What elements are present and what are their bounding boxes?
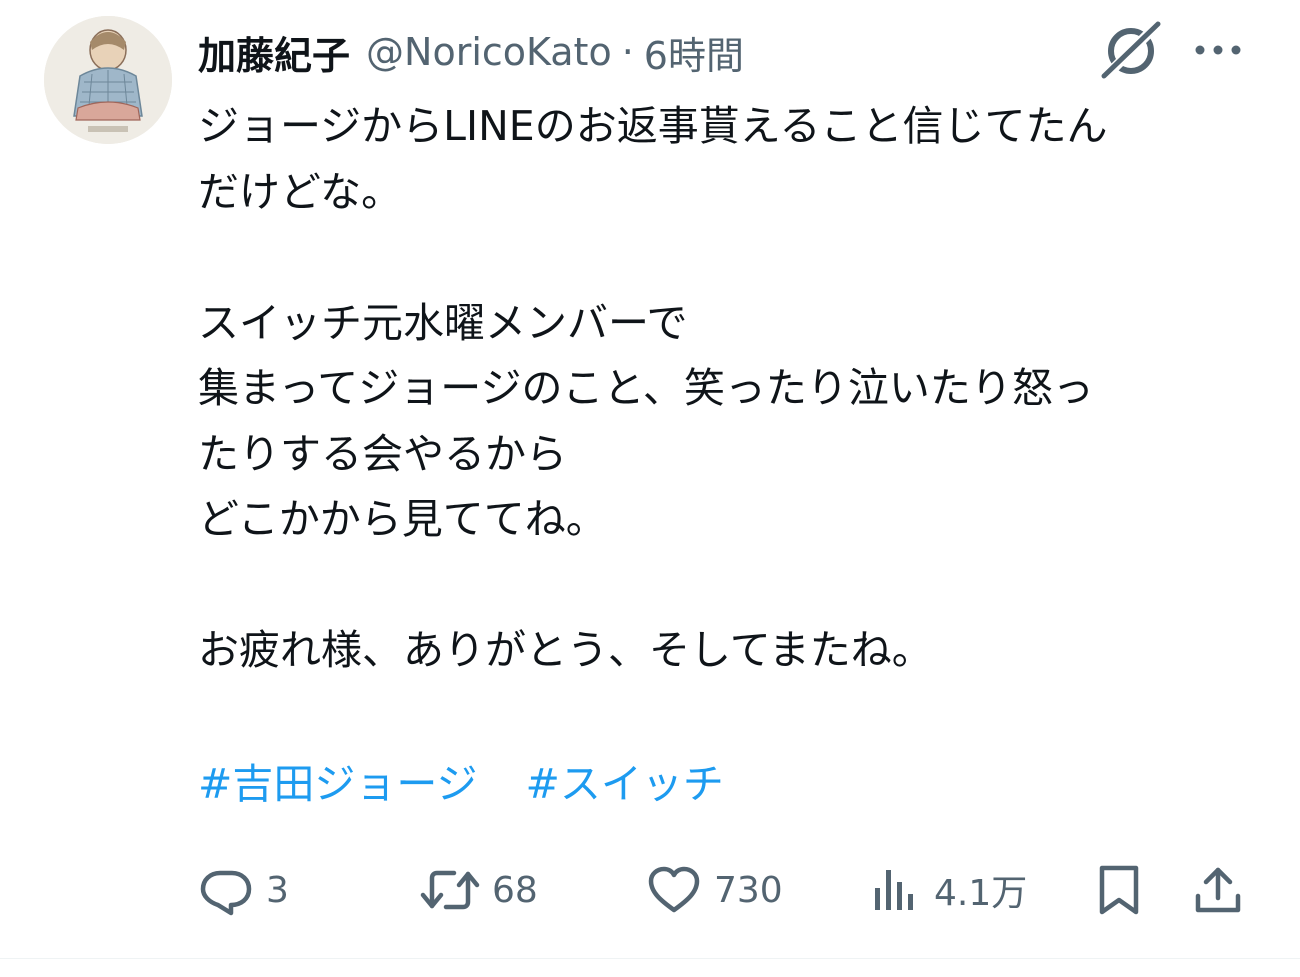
display-name[interactable]: 加藤紀子 (198, 25, 350, 80)
grok-icon[interactable] (1098, 20, 1164, 82)
share-icon (1192, 862, 1244, 918)
reply-icon (198, 862, 254, 918)
like-count: 730 (714, 869, 783, 911)
bookmark-icon (1094, 862, 1144, 918)
views-count: 4.1万 (934, 873, 1028, 914)
like-button[interactable]: 730 (646, 852, 783, 928)
timestamp[interactable]: 6時間 (644, 25, 744, 80)
heart-icon (646, 862, 702, 918)
views-icon (870, 862, 922, 918)
views-button[interactable]: 4.1万 (870, 852, 1027, 928)
more-icon[interactable] (1192, 30, 1244, 70)
divider (0, 958, 1300, 959)
tweet-header: 加藤紀子 @NoricoKato · 6時間 (198, 24, 744, 80)
retweet-icon (420, 862, 480, 918)
tweet: 加藤紀子 @NoricoKato · 6時間 ジョージからLINEのお返事貰える… (0, 0, 1300, 977)
hashtag-link[interactable]: #吉田ジョージ (198, 760, 478, 808)
avatar[interactable] (44, 16, 172, 144)
bookmark-button[interactable] (1094, 852, 1144, 928)
retweet-count: 68 (492, 869, 538, 911)
tweet-text: ジョージからLINEのお返事貰えること信じてたん だけどな。 スイッチ元水曜メン… (198, 102, 1108, 674)
hashtag-link[interactable]: #スイッチ (526, 760, 724, 808)
user-handle[interactable]: @NoricoKato (366, 30, 612, 74)
avatar-illustration (44, 16, 172, 144)
action-bar: 3 68 730 4.1万 (0, 852, 1300, 928)
share-button[interactable] (1192, 852, 1244, 928)
hashtag-list: #吉田ジョージ #スイッチ (198, 752, 724, 817)
reply-button[interactable]: 3 (198, 852, 289, 928)
retweet-button[interactable]: 68 (420, 852, 538, 928)
separator-dot: · (621, 30, 634, 74)
reply-count: 3 (266, 869, 289, 911)
